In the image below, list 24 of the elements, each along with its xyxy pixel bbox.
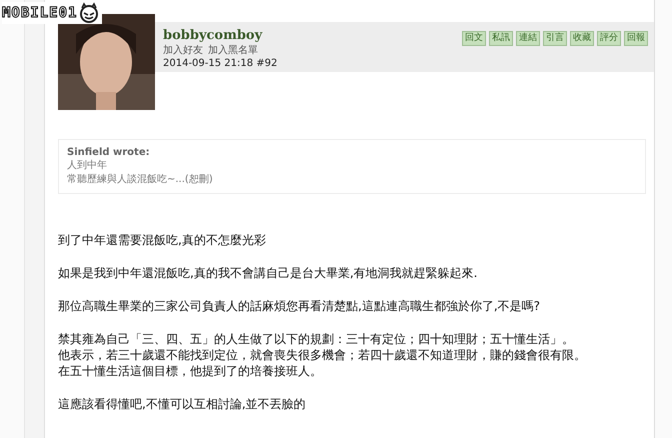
- post-text: 禁其雍為自己「三、四、五」的人生做了以下的規劃：三十有定位；四十知理財；五十懂生活」。: [58, 331, 575, 347]
- action-button[interactable]: 評分: [597, 31, 621, 46]
- action-button[interactable]: 回報: [624, 31, 648, 46]
- profile-link[interactable]: 加入好友: [163, 44, 203, 57]
- post-text: 在五十懂生活這個目標，他提到了的培養接班人。: [58, 363, 323, 379]
- post-date: 2014-09-15 21:18 #92: [163, 57, 278, 70]
- post-text: 到了中年還需要混飯吃,真的不怎麼光彩: [58, 232, 267, 248]
- post-text: 那位高職生畢業的三家公司負責人的話麻煩您再看清楚點,這點連高職生都強於你了,不是嗎?: [58, 298, 541, 314]
- action-button[interactable]: 收藏: [570, 31, 594, 46]
- profile-link[interactable]: 加入黑名單: [208, 44, 258, 57]
- quote-text: 常聽歷練與人談混飯吃~...(恕刪): [67, 173, 214, 187]
- quote-author: Sinfield wrote:: [67, 146, 151, 159]
- post-text: 他表示，若三十歲還不能找到定位，就會喪失很多機會；若四十歲還不知道理財，賺的錢會很有限。: [58, 347, 587, 363]
- author-name[interactable]: bobbycomboy: [163, 28, 278, 44]
- action-button[interactable]: 引言: [543, 31, 567, 46]
- post-text: 如果是我到中年還混飯吃,真的我不會講自己是台大畢業,有地洞我就趕緊躲起來.: [58, 265, 478, 281]
- action-button[interactable]: 私訊: [489, 31, 513, 46]
- smiley-icon: [78, 2, 100, 24]
- post-text: 這應該看得懂吧,不懂可以互相討論,並不丟臉的: [58, 396, 307, 412]
- action-button[interactable]: 回文: [462, 31, 486, 46]
- quote-text: 人到中年: [67, 159, 108, 173]
- logo-text: MOBILE01: [2, 4, 78, 22]
- action-button[interactable]: 連結: [516, 31, 540, 46]
- site-logo[interactable]: MOBILE01: [2, 2, 102, 24]
